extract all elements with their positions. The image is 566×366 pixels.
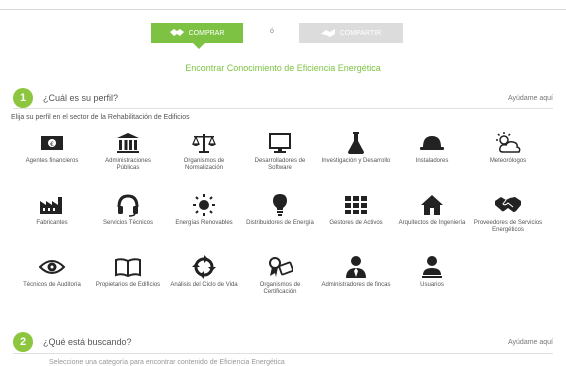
section-search-header: 2 ¿Qué está buscando? Ayúdame aquí [13, 330, 553, 354]
share-toggle-label: COMPARTIR [339, 29, 382, 37]
flask-icon [342, 130, 370, 156]
manager-icon [342, 254, 370, 280]
help-link-profile[interactable]: Ayúdame aquí [508, 95, 553, 102]
profile-item[interactable]: € Agentes financieros [14, 130, 90, 192]
profile-item[interactable]: Desarrolladores de Software [242, 130, 318, 192]
profile-item[interactable]: Usuarios [394, 254, 470, 316]
help-link-search[interactable]: Ayúdame aquí [508, 339, 553, 346]
top-divider [0, 9, 566, 10]
profile-item[interactable]: Técnicos de Auditoría [14, 254, 90, 316]
profile-item[interactable]: Análisis del Ciclo de Vida [166, 254, 242, 316]
certificate-icon [266, 254, 294, 280]
sun-icon [190, 192, 218, 218]
cycle-icon [190, 254, 218, 280]
or-label: ó [270, 28, 274, 35]
buy-toggle-label: COMPRAR [188, 29, 225, 37]
section-divider [13, 108, 553, 109]
book-icon [114, 254, 142, 280]
profile-item[interactable]: Instaladores [394, 130, 470, 192]
profile-item[interactable]: Proveedores de Servicios Energéticos [470, 192, 546, 254]
search-instruction: Seleccione una categoría para encontrar … [49, 359, 285, 366]
profile-item[interactable]: Fabricantes [14, 192, 90, 254]
buy-toggle-button[interactable]: COMPRAR [151, 23, 243, 43]
page-subtitle: Encontrar Conocimiento de Eficiencia Ene… [185, 63, 381, 73]
bank-card-icon: € [38, 130, 66, 156]
share-toggle-button[interactable]: COMPARTIR [299, 23, 403, 43]
profile-item[interactable]: Investigación y Desarrollo [318, 130, 394, 192]
section-search-title: ¿Qué está buscando? [43, 337, 132, 347]
profile-item[interactable]: Organismos de Normalización [166, 130, 242, 192]
profile-instruction: Elija su perfil en el sector de la Rehab… [11, 114, 190, 121]
handshake-icon [169, 28, 184, 38]
active-pointer [193, 43, 205, 49]
balance-scale-icon [190, 130, 218, 156]
profile-item[interactable]: Servicios Técnicos [90, 192, 166, 254]
profile-grid: € Agentes financieros Administraciones P… [14, 130, 546, 316]
profile-item[interactable]: Gestores de Activos [318, 192, 394, 254]
profile-item[interactable]: Administradores de fincas [318, 254, 394, 316]
hard-hat-icon [418, 130, 446, 156]
grid-icon [342, 192, 370, 218]
step-number-2: 2 [13, 332, 33, 352]
user-icon [418, 254, 446, 280]
profile-item[interactable]: Distribuidores de Energía [242, 192, 318, 254]
profile-item[interactable]: Administraciones Públicas [90, 130, 166, 192]
section-profile-header: 1 ¿Cuál es su perfil? Ayúdame aquí [13, 86, 553, 110]
monitor-icon [266, 130, 294, 156]
profile-item[interactable]: Organismos de Certificación [242, 254, 318, 316]
government-building-icon [114, 130, 142, 156]
eye-icon [38, 254, 66, 280]
house-icon [418, 192, 446, 218]
weather-icon [494, 130, 522, 156]
factory-icon [38, 192, 66, 218]
profile-item[interactable]: Arquitectos de Ingeniería [394, 192, 470, 254]
profile-item[interactable]: Energías Renovables [166, 192, 242, 254]
step-number-1: 1 [13, 88, 33, 108]
profile-item[interactable]: Propietarios de Edificios [90, 254, 166, 316]
section-divider [13, 353, 553, 354]
handshake-icon [494, 192, 522, 218]
headset-icon [114, 192, 142, 218]
profile-item[interactable]: Meteorólogos [470, 130, 546, 192]
share-icon [320, 28, 335, 38]
light-bulb-icon [266, 192, 294, 218]
section-profile-title: ¿Cuál es su perfil? [43, 93, 119, 103]
svg-text:€: € [50, 141, 54, 148]
